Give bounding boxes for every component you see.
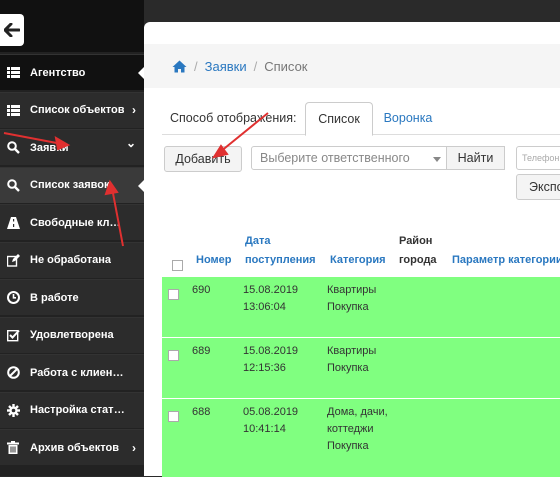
sidebar-item-label: Не обработана [30, 254, 111, 266]
sidebar-item-10[interactable]: Настройка статус... [0, 391, 144, 428]
sidebar-item-label: Список заявок [30, 179, 110, 191]
row-number: 688 [192, 406, 211, 418]
chevron-down-icon: ⌄ [125, 136, 136, 150]
sidebar-item-6[interactable]: Не обработана [0, 241, 144, 278]
row-time: 10:41:14 [243, 423, 286, 435]
column-header-number[interactable]: Номер [196, 251, 232, 270]
tab-funnel[interactable]: Воронка [374, 102, 442, 134]
find-button[interactable]: Найти [447, 146, 505, 170]
search-icon [6, 178, 20, 192]
row-category: Квартиры [327, 345, 377, 357]
view-mode-label: Способ отображения: [170, 111, 297, 125]
row-time: 13:06:04 [243, 301, 286, 313]
chevron-right-icon: › [132, 103, 136, 117]
sidebar-item-label: Архив объектов [30, 441, 119, 454]
table-row[interactable]: 688 05.08.2019 10:41:14 Дома, дачи, коттеджи… [162, 398, 560, 477]
sidebar-item-label: Агентство [30, 66, 86, 79]
add-button[interactable]: Добавить [164, 146, 242, 172]
sidebar-item-8[interactable]: Удовлетворена [0, 316, 144, 353]
sidebar-item-label: Настройка статус... [30, 404, 126, 416]
responsible-select-placeholder: Выберите ответственного [260, 151, 410, 165]
sidebar-item-label: Список объектов [30, 104, 125, 116]
row-checkbox[interactable] [168, 350, 179, 361]
sidebar-item-2[interactable]: Список объектов › [0, 91, 144, 128]
row-date: 15.08.2019 [243, 345, 299, 357]
list-icon [6, 103, 20, 117]
breadcrumb-link-requests[interactable]: Заявки [205, 59, 247, 74]
row-category: Дома, дачи, [327, 406, 388, 418]
responsible-select[interactable]: Выберите ответственного [251, 146, 447, 170]
table-row[interactable]: 690 15.08.2019 13:06:04 Квартиры Покупка [162, 276, 560, 337]
sidebar-header [0, 0, 144, 52]
table-header: Номер Дата поступления Категория Район г… [162, 224, 560, 276]
row-category: Квартиры [327, 284, 377, 296]
table-row[interactable]: 689 15.08.2019 12:15:36 Квартиры Покупка [162, 337, 560, 398]
sidebar-item-5[interactable]: Свободные клие... [0, 204, 144, 240]
column-header-param[interactable]: Параметр категории [452, 251, 560, 270]
arrow-left-icon [4, 23, 20, 37]
sidebar-item-9[interactable]: Работа с клиенто... [0, 354, 144, 390]
column-header-date[interactable]: Дата поступления [245, 232, 316, 270]
row-date: 15.08.2019 [243, 284, 299, 296]
export-button[interactable]: Экспо [516, 174, 560, 200]
sidebar-item-1[interactable]: Агентство [0, 54, 145, 90]
sidebar-item-11[interactable]: Архив объектов › [0, 429, 144, 465]
row-checkbox[interactable] [168, 411, 179, 422]
column-header-district: Район города [399, 232, 437, 270]
sidebar-item-7[interactable]: В работе [0, 279, 144, 315]
sidebar-item-label: Работа с клиенто... [30, 366, 126, 379]
sidebar-item-label: Заявки [30, 141, 69, 154]
breadcrumb: / Заявки / Список [144, 44, 560, 88]
sidebar-item-4[interactable]: Список заявок [0, 166, 145, 203]
row-time: 12:15:36 [243, 362, 286, 374]
home-icon[interactable] [172, 60, 187, 73]
column-header-district-line2: города [399, 254, 437, 266]
phone-input[interactable]: Телефон [516, 146, 560, 170]
column-header-date-line2: поступления [245, 254, 316, 266]
clock-icon [6, 291, 20, 305]
ban-icon [6, 366, 20, 380]
trash-icon [6, 441, 20, 455]
edit-icon [6, 253, 20, 267]
column-header-date-line1: Дата [245, 235, 271, 247]
tab-list[interactable]: Список [305, 102, 373, 136]
row-category: Покупка [327, 440, 369, 452]
sidebar-item-label: Удовлетворена [30, 329, 114, 341]
sidebar: Агентство Список объектов › Заявки ⌄ Список з… [0, 0, 145, 476]
row-number: 689 [192, 345, 211, 357]
row-category: коттеджи [327, 423, 374, 435]
breadcrumb-separator: / [253, 58, 258, 74]
row-checkbox[interactable] [168, 289, 179, 300]
breadcrumb-current: Список [264, 58, 308, 74]
chevron-right-icon: › [132, 440, 136, 455]
road-icon [6, 216, 20, 230]
sidebar-item-label: В работе [30, 291, 79, 304]
column-header-category[interactable]: Категория [330, 251, 386, 270]
row-number: 690 [192, 284, 211, 296]
search-icon [6, 141, 20, 155]
check-square-icon [6, 328, 20, 342]
row-category: Покупка [327, 301, 369, 313]
main-content: / Заявки / Список Способ отображения: Сп… [144, 22, 560, 477]
row-date: 05.08.2019 [243, 406, 299, 418]
caret-down-icon [433, 157, 441, 162]
sidebar-item-3[interactable]: Заявки ⌄ [0, 129, 144, 165]
breadcrumb-separator: / [194, 58, 198, 74]
row-category: Покупка [327, 362, 369, 374]
gear-icon [6, 403, 20, 417]
sidebar-item-label: Свободные клие... [30, 216, 126, 229]
column-header-district-line1: Район [399, 235, 433, 247]
select-all-checkbox[interactable] [172, 260, 183, 271]
list-icon [6, 66, 20, 80]
back-button[interactable] [0, 14, 24, 46]
